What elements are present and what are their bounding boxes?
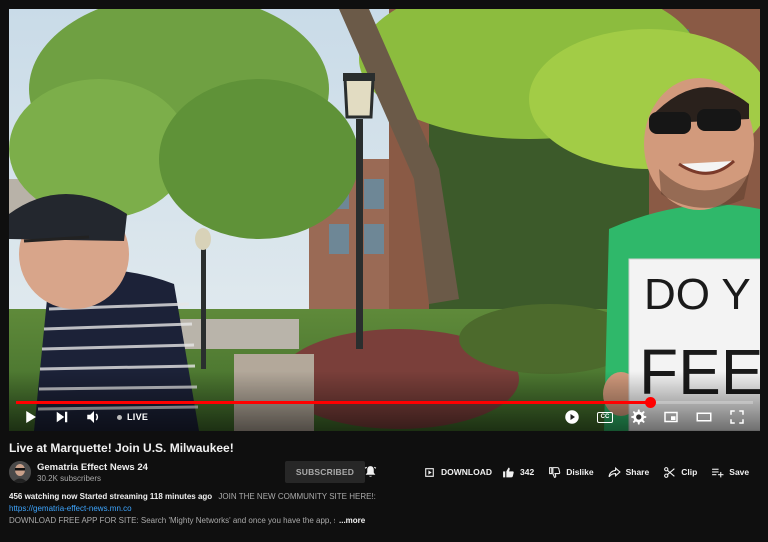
thumbs-up-icon (503, 467, 514, 477)
video-player[interactable]: DO Y FEEL LIVE CC (9, 9, 760, 431)
video-frame: DO Y FEEL (9, 9, 760, 431)
bell-icon (364, 465, 376, 477)
scissors-icon (664, 466, 675, 478)
view-stats: 456 watching now Started streaming 118 m… (9, 492, 213, 501)
description-promo: JOIN THE NEW COMMUNITY SITE HERE!: (218, 492, 376, 501)
autoplay-toggle[interactable] (563, 408, 581, 426)
live-label: LIVE (127, 412, 149, 422)
sign-line-1: DO Y (644, 270, 751, 319)
skip-next-icon (56, 411, 68, 423)
like-button[interactable]: 342 (502, 466, 534, 479)
miniplayer-button[interactable] (662, 408, 680, 426)
player-controls-left: LIVE (21, 407, 148, 427)
captions-button[interactable]: CC (596, 408, 614, 426)
download-button[interactable]: DOWNLOAD (423, 466, 492, 479)
description-link[interactable]: https://gematria-effect-news.mn.co (9, 504, 132, 513)
thumbs-down-icon (549, 466, 561, 478)
next-button[interactable] (53, 408, 71, 426)
show-more-button[interactable]: ...more (339, 516, 365, 525)
download-icon (425, 467, 434, 477)
live-dot (117, 414, 122, 420)
download-label: DOWNLOAD (441, 467, 492, 477)
channel-avatar[interactable] (9, 461, 31, 483)
subscriber-count: 30.2K subscribers (37, 474, 102, 483)
save-label: Save (729, 467, 750, 477)
channel-row: Gematria Effect News 24 30.2K subscriber… (9, 459, 760, 485)
player-controls-right: CC (563, 407, 746, 427)
description-summary[interactable]: 456 watching now Started streaming 118 m… (9, 492, 376, 501)
fullscreen-icon (730, 410, 744, 424)
avatar-image (9, 461, 31, 483)
live-indicator[interactable]: LIVE (117, 412, 148, 422)
gear-icon (631, 409, 647, 425)
playlist-add-icon (712, 468, 724, 477)
clip-button[interactable]: Clip (663, 466, 697, 479)
settings-button[interactable] (629, 408, 647, 426)
play-button[interactable] (21, 408, 39, 426)
theater-icon (696, 412, 712, 422)
theater-mode-button[interactable] (695, 408, 713, 426)
autoplay-icon (565, 410, 579, 424)
captions-icon: CC (597, 411, 613, 423)
share-label: Share (625, 467, 650, 477)
volume-icon (87, 411, 99, 423)
volume-button[interactable] (85, 408, 103, 426)
video-title: Live at Marquette! Join U.S. Milwaukee! (9, 441, 234, 455)
fullscreen-button[interactable] (728, 408, 746, 426)
notification-bell-button[interactable] (362, 463, 378, 479)
share-icon (608, 466, 621, 477)
action-bar: DOWNLOAD 342 Dislike Share Clip Save (423, 463, 768, 481)
play-icon (26, 411, 36, 423)
clip-label: Clip (681, 467, 698, 477)
dislike-label: Dislike (566, 467, 594, 477)
progress-fill (16, 401, 650, 404)
miniplayer-icon (664, 411, 678, 423)
like-count: 342 (520, 467, 535, 477)
share-button[interactable]: Share (608, 466, 650, 479)
progress-bar[interactable] (16, 397, 753, 408)
description-text: DOWNLOAD FREE APP FOR SITE: Search 'Migh… (9, 516, 335, 525)
save-button[interactable]: Save (711, 466, 749, 479)
dislike-button[interactable]: Dislike (548, 466, 594, 479)
subscribed-button[interactable]: SUBSCRIBED (285, 461, 365, 483)
channel-name[interactable]: Gematria Effect News 24 (37, 462, 148, 473)
